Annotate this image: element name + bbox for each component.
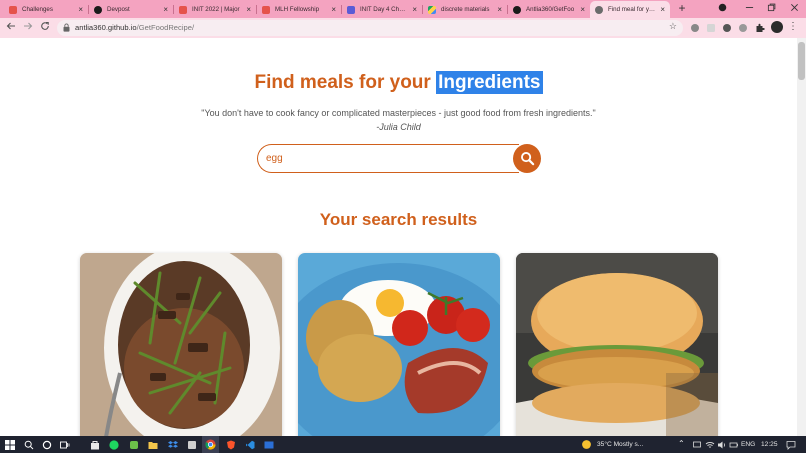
recipe-card[interactable] [80,253,282,436]
weather-icon[interactable] [580,438,593,451]
flame-icon [9,5,17,14]
headline-prefix: Find meals for your [254,72,437,93]
restore-icon[interactable] [762,1,780,17]
url-text: antlia360.github.io/GetFoodRecipe/ [75,22,194,34]
search-button[interactable] [513,144,541,173]
page-headline: Find meals for your Ingredients [0,71,797,94]
url-path: /GetFoodRecipe/ [136,23,195,32]
chrome-icon[interactable] [204,438,217,451]
close-icon[interactable]: × [412,5,417,14]
tab-label: Challenges [22,6,53,13]
close-icon[interactable]: × [580,5,585,14]
network-icon[interactable] [690,438,703,451]
tab-label: MLH Fellowship [275,6,320,13]
tab-label: Antlia360/GetFoo [526,6,575,13]
quote-author: -Julia Child [376,122,421,132]
spotify-icon[interactable] [107,438,120,451]
battery-icon[interactable] [727,438,740,451]
globe-icon [595,5,603,14]
tab-strip: Challenges × Devpost × INIT 2022 | Major… [0,0,806,18]
tab-discrete-materials[interactable]: discrete materials × [423,1,507,18]
lock-icon [63,23,70,32]
extension-icon[interactable] [706,23,716,33]
tab-devpost[interactable]: Devpost × [89,1,173,18]
close-icon[interactable]: × [660,5,665,14]
vscode-icon[interactable] [243,438,256,451]
devpost-icon [94,5,102,14]
forward-icon[interactable] [21,21,35,35]
page-viewport: Find meals for your Ingredients "You don… [0,38,797,436]
recipe-image [516,253,718,436]
navigation-bar: antlia360.github.io/GetFoodRecipe/ ☆ ⋮ [0,18,806,38]
quote-text: "You don't have to cook fancy or complic… [201,108,596,118]
record-icon[interactable] [713,1,731,17]
notification-icon[interactable] [784,438,797,451]
tab-mlh-fellowship[interactable]: MLH Fellowship × [257,1,341,18]
back-icon[interactable] [4,21,18,35]
flame-icon [179,5,187,14]
minimize-icon[interactable] [740,1,758,17]
new-tab-button[interactable]: + [675,1,689,15]
dropbox-icon[interactable] [166,438,179,451]
close-icon[interactable]: × [497,5,502,14]
recipe-card[interactable] [516,253,718,436]
bookmark-star-icon[interactable]: ☆ [669,21,677,32]
tab-challenges[interactable]: Challenges × [4,1,88,18]
windows-start-icon[interactable] [3,438,16,451]
task-view-icon[interactable] [58,438,71,451]
language-indicator[interactable]: ENG [741,439,755,450]
page-scrollbar[interactable] [797,38,806,436]
extension-icon[interactable] [738,23,748,33]
document-icon [347,5,355,14]
scrollbar-thumb[interactable] [798,42,805,80]
ingredient-search-input[interactable] [257,144,519,173]
tab-label: INIT Day 4 Challe [360,6,409,13]
tab-label: Devpost [107,6,130,13]
tab-github-repo[interactable]: Antlia360/GetFoo × [508,1,590,18]
puzzle-icon[interactable] [755,23,765,33]
drive-icon [428,5,436,14]
brave-icon[interactable] [224,438,237,451]
close-icon[interactable]: × [163,5,168,14]
tab-label: INIT 2022 | Major [192,6,240,13]
cortana-icon[interactable] [40,438,53,451]
tab-find-meal[interactable]: Find meal for your × [590,1,670,18]
search-icon[interactable] [22,438,35,451]
extension-icon[interactable] [690,23,700,33]
reload-icon[interactable] [38,21,52,35]
headline-highlight: Ingredients [436,71,543,94]
url-host: antlia360.github.io [75,23,137,32]
flame-icon [262,5,270,14]
search-icon [520,152,534,166]
file-explorer-icon[interactable] [146,438,159,451]
tab-init-day4[interactable]: INIT Day 4 Challe × [342,1,422,18]
tab-init-2022[interactable]: INIT 2022 | Major × [174,1,256,18]
results-title: Your search results [319,210,478,229]
menu-dots-icon[interactable]: ⋮ [788,21,798,33]
close-icon[interactable]: × [246,5,251,14]
github-icon [513,5,521,14]
store-icon[interactable] [88,438,101,451]
close-window-icon[interactable] [785,1,803,17]
app-icon[interactable] [262,438,275,451]
recipe-image [80,253,282,436]
windows-taskbar: 35°C Mostly s... ⌃ ENG 12:25 [0,436,806,453]
app-icon[interactable] [185,438,198,451]
address-bar[interactable]: antlia360.github.io/GetFoodRecipe/ ☆ [57,20,683,36]
tab-label: discrete materials [441,6,490,13]
close-icon[interactable]: × [78,5,83,14]
recipe-card[interactable] [298,253,500,436]
chevron-up-icon[interactable]: ⌃ [678,438,685,449]
close-icon[interactable]: × [331,5,336,14]
tab-label: Find meal for your [608,6,657,13]
weather-text[interactable]: 35°C Mostly s... [597,439,643,450]
extension-icon[interactable] [722,23,732,33]
app-icon[interactable] [127,438,140,451]
search-form [257,144,541,173]
clock-time[interactable]: 12:25 [761,439,778,450]
profile-avatar[interactable] [771,21,783,33]
recipe-image [298,253,500,436]
